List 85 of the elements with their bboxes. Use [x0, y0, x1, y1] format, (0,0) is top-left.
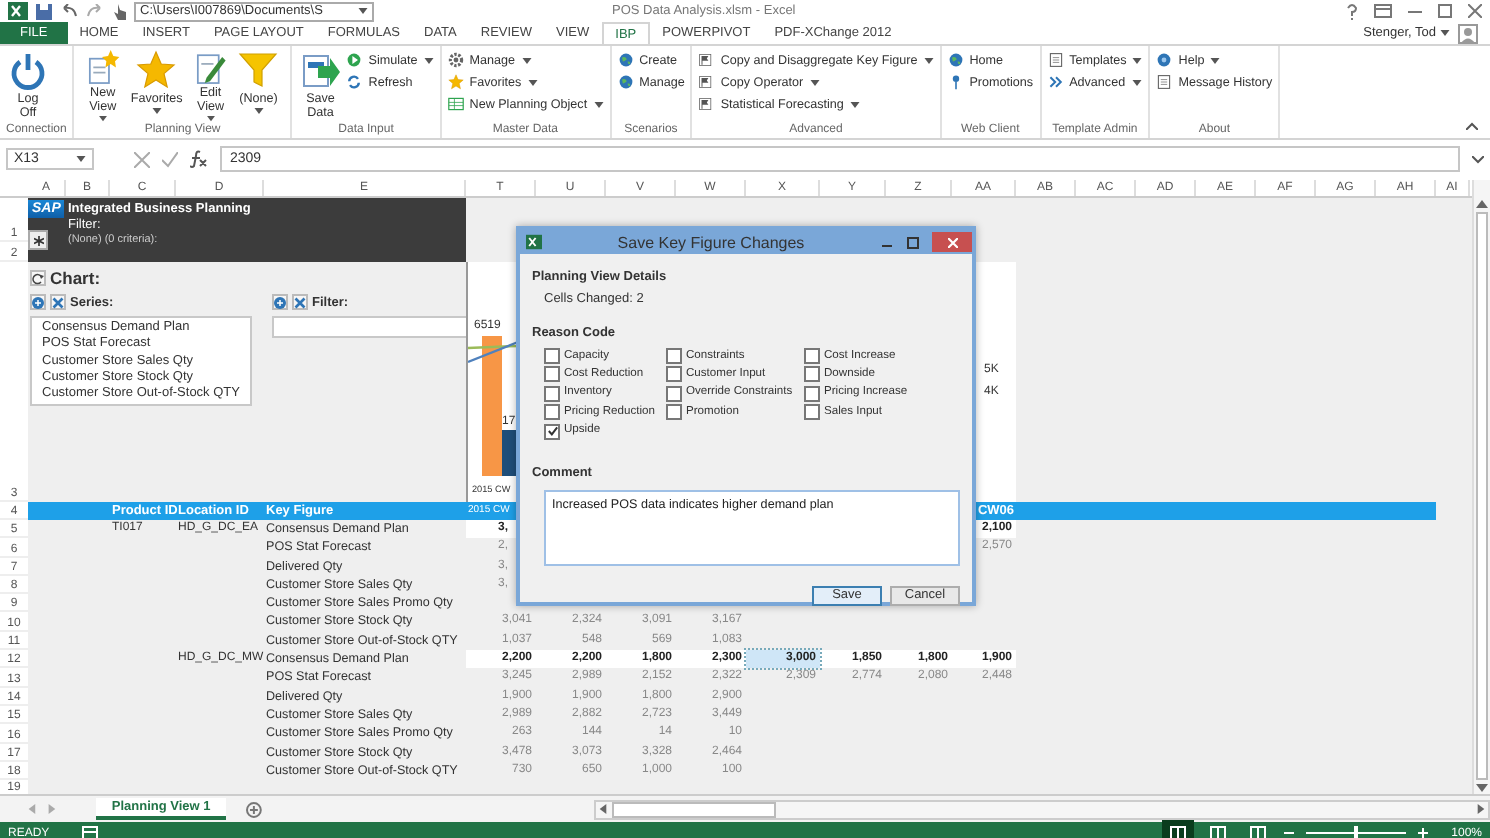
- cancel-icon[interactable]: [134, 151, 150, 167]
- flag-icon: [698, 52, 715, 68]
- checkbox[interactable]: [544, 366, 560, 383]
- plus-icon: [273, 295, 286, 309]
- save-icon[interactable]: [36, 3, 52, 19]
- caret-icon: [1440, 30, 1450, 36]
- caret-icon: [358, 8, 368, 14]
- document-icon: [1047, 52, 1064, 68]
- page-break-icon: [1249, 826, 1266, 838]
- filter-button[interactable]: [28, 230, 48, 250]
- maximize-icon[interactable]: [1438, 4, 1452, 18]
- help-icon[interactable]: [1346, 3, 1358, 19]
- checkbox[interactable]: [666, 385, 682, 402]
- normal-view-icon: [1169, 826, 1186, 838]
- asterisk-icon: [33, 235, 43, 245]
- expand-icon[interactable]: [1472, 155, 1484, 163]
- checkbox[interactable]: [804, 348, 820, 364]
- checkbox[interactable]: [544, 385, 560, 402]
- check-icon[interactable]: [162, 151, 178, 167]
- undo-icon[interactable]: [60, 4, 78, 18]
- dialog-title: Save Key Figure Changes: [615, 233, 807, 251]
- checkbox[interactable]: [544, 404, 560, 421]
- checkbox[interactable]: [666, 348, 682, 364]
- slider-thumb[interactable]: [1353, 826, 1358, 838]
- chevrons-icon: [1047, 74, 1064, 90]
- document-icon: [1156, 74, 1173, 90]
- globe-icon: [617, 52, 634, 68]
- checkbox[interactable]: [804, 366, 820, 383]
- scroll-thumb[interactable]: [1476, 212, 1488, 780]
- function-icon[interactable]: [190, 150, 208, 168]
- filter-field[interactable]: [271, 316, 468, 338]
- excel-logo-icon: [526, 234, 542, 250]
- close-button[interactable]: [932, 232, 972, 252]
- gear-icon: [447, 52, 464, 68]
- touch-mode-icon[interactable]: [112, 3, 126, 19]
- vertical-scrollbar[interactable]: [1472, 180, 1490, 794]
- view-button[interactable]: [1163, 822, 1192, 838]
- add-button[interactable]: [30, 294, 46, 310]
- zoom-out-icon[interactable]: [1283, 828, 1294, 838]
- plus-icon: [32, 295, 44, 309]
- zoom-in-icon[interactable]: [1417, 828, 1428, 838]
- help-icon: [1156, 52, 1173, 68]
- refresh-button[interactable]: [30, 270, 46, 286]
- remove-button[interactable]: [291, 294, 308, 310]
- play-icon: [346, 52, 363, 68]
- scroll-left-icon[interactable]: [598, 804, 609, 814]
- checkbox[interactable]: [544, 423, 560, 440]
- checkbox[interactable]: [804, 385, 820, 402]
- maximize-icon[interactable]: [906, 235, 920, 249]
- star-icon: [447, 74, 464, 90]
- globe-icon: [617, 74, 634, 90]
- flag-icon: [698, 74, 715, 90]
- star-icon: [136, 50, 177, 90]
- chart-title: Chart:: [50, 268, 101, 288]
- save-icon: [300, 50, 341, 90]
- globe-icon: [947, 52, 964, 68]
- refresh-icon: [32, 271, 44, 285]
- macro-record-icon[interactable]: [81, 826, 98, 838]
- remove-button[interactable]: [50, 294, 66, 310]
- close-icon: [947, 237, 957, 247]
- collapse-ribbon-icon[interactable]: [1466, 122, 1478, 130]
- table-icon: [447, 96, 464, 112]
- checkmark-icon: [547, 426, 557, 437]
- scroll-right-icon[interactable]: [1475, 804, 1486, 814]
- horizontal-scrollbar[interactable]: [594, 799, 1490, 819]
- add-sheet-icon[interactable]: [246, 801, 263, 817]
- avatar-icon[interactable]: [1458, 23, 1478, 43]
- scroll-thumb[interactable]: [612, 801, 777, 817]
- ribbon-display-icon[interactable]: [1374, 4, 1392, 18]
- pin-icon: [947, 74, 964, 90]
- checkbox[interactable]: [666, 404, 682, 421]
- add-button[interactable]: [271, 294, 288, 310]
- flag-icon: [698, 96, 715, 112]
- close-icon: [293, 295, 306, 309]
- page-layout-icon: [1209, 826, 1226, 838]
- checkbox[interactable]: [666, 366, 682, 383]
- checkbox[interactable]: [804, 404, 820, 421]
- power-icon: [8, 50, 48, 90]
- checkbox[interactable]: [544, 348, 560, 364]
- redo-icon[interactable]: [86, 4, 104, 18]
- close-icon: [52, 295, 64, 309]
- caret-icon: [76, 156, 86, 162]
- refresh-icon: [346, 74, 363, 90]
- close-icon[interactable]: [1468, 4, 1482, 18]
- funnel-icon: [238, 50, 279, 90]
